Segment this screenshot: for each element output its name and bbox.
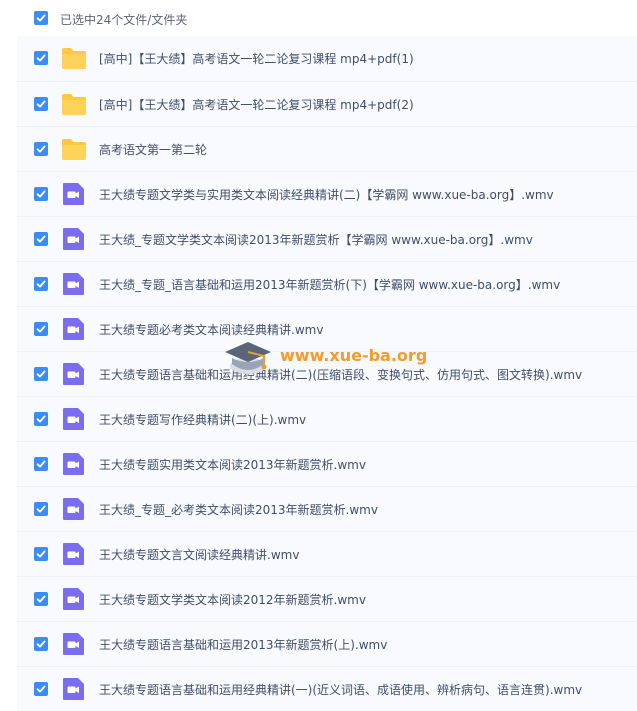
row-checkbox[interactable] [34, 97, 48, 111]
row-checkbox[interactable] [34, 367, 48, 381]
file-name[interactable]: 王大绩专题语言基础和运用经典精讲(一)(近义词语、成语使用、辨析病句、语言连贯)… [99, 681, 582, 698]
row-checkbox[interactable] [34, 187, 48, 201]
file-name[interactable]: 王大绩_专题文学类文本阅读2013年新题赏析【学霸网 www.xue-ba.or… [99, 231, 533, 248]
check-icon [36, 505, 46, 513]
row-checkbox[interactable] [34, 277, 48, 291]
check-icon [36, 595, 46, 603]
file-name[interactable]: 高考语文第一第二轮 [99, 141, 207, 158]
video-file-icon [61, 452, 87, 476]
file-row[interactable]: 王大绩专题文学类与实用类文本阅读经典精讲(二)【学霸网 www.xue-ba.o… [17, 171, 637, 216]
video-file-icon [61, 272, 87, 296]
check-icon [36, 14, 46, 22]
video-file-icon [61, 677, 87, 701]
file-row[interactable]: [高中]【王大绩】高考语文一轮二论复习课程 mp4+pdf(1) [17, 36, 637, 81]
check-icon [36, 640, 46, 648]
row-checkbox[interactable] [34, 322, 48, 336]
file-name[interactable]: 王大绩专题实用类文本阅读2013年新题赏析.wmv [99, 456, 366, 473]
file-row[interactable]: 王大绩专题写作经典精讲(二)(上).wmv [17, 396, 637, 441]
check-icon [36, 235, 46, 243]
video-file-icon [61, 542, 87, 566]
file-row[interactable]: 王大绩_专题_语言基础和运用2013年新题赏析(下)【学霸网 www.xue-b… [17, 261, 637, 306]
file-row[interactable]: 王大绩专题语言基础和运用2013年新题赏析(上).wmv [17, 621, 637, 666]
row-checkbox[interactable] [34, 637, 48, 651]
check-icon [36, 460, 46, 468]
check-icon [36, 685, 46, 693]
watermark: www.xue-ba.org [222, 336, 432, 380]
check-icon [36, 370, 46, 378]
file-row[interactable]: 王大绩专题实用类文本阅读2013年新题赏析.wmv [17, 441, 637, 486]
file-row[interactable]: 王大绩专题语言基础和运用经典精讲(一)(近义词语、成语使用、辨析病句、语言连贯)… [17, 666, 637, 711]
file-row[interactable]: 王大绩专题文言文阅读经典精讲.wmv [17, 531, 637, 576]
row-checkbox[interactable] [34, 592, 48, 606]
check-icon [36, 54, 46, 62]
row-checkbox[interactable] [34, 232, 48, 246]
video-file-icon [61, 227, 87, 251]
check-icon [36, 550, 46, 558]
folder-icon [61, 137, 87, 161]
check-icon [36, 325, 46, 333]
file-name[interactable]: 王大绩专题文言文阅读经典精讲.wmv [99, 546, 299, 563]
video-file-icon [61, 407, 87, 431]
file-name[interactable]: [高中]【王大绩】高考语文一轮二论复习课程 mp4+pdf(2) [99, 96, 414, 113]
file-name[interactable]: 王大绩_专题_必考类文本阅读2013年新题赏析.wmv [99, 501, 378, 518]
row-checkbox[interactable] [34, 457, 48, 471]
video-file-icon [61, 587, 87, 611]
video-file-icon [61, 497, 87, 521]
row-checkbox[interactable] [34, 682, 48, 696]
file-name[interactable]: 王大绩专题文学类文本阅读2012年新题赏析.wmv [99, 591, 366, 608]
check-icon [36, 145, 46, 153]
row-checkbox[interactable] [34, 547, 48, 561]
select-all-checkbox[interactable] [34, 11, 48, 25]
file-name[interactable]: 王大绩专题文学类与实用类文本阅读经典精讲(二)【学霸网 www.xue-ba.o… [99, 186, 554, 203]
row-checkbox[interactable] [34, 412, 48, 426]
watermark-text: www.xue-ba.org [280, 346, 428, 365]
row-checkbox[interactable] [34, 51, 48, 65]
file-row[interactable]: 王大绩_专题_必考类文本阅读2013年新题赏析.wmv [17, 486, 637, 531]
row-checkbox[interactable] [34, 502, 48, 516]
file-row[interactable]: 王大绩_专题文学类文本阅读2013年新题赏析【学霸网 www.xue-ba.or… [17, 216, 637, 261]
file-name[interactable]: 王大绩_专题_语言基础和运用2013年新题赏析(下)【学霸网 www.xue-b… [99, 276, 560, 293]
video-file-icon [61, 362, 87, 386]
file-row[interactable]: 王大绩专题文学类文本阅读2012年新题赏析.wmv [17, 576, 637, 621]
folder-icon [61, 92, 87, 116]
file-row[interactable]: [高中]【王大绩】高考语文一轮二论复习课程 mp4+pdf(2) [17, 81, 637, 126]
video-file-icon [61, 317, 87, 341]
graduation-cap-icon [225, 342, 271, 374]
folder-icon [61, 46, 87, 70]
check-icon [36, 190, 46, 198]
video-file-icon [61, 632, 87, 656]
check-icon [36, 100, 46, 108]
file-row[interactable]: 高考语文第一第二轮 [17, 126, 637, 171]
selection-count: 已选中24个文件/文件夹 [60, 13, 188, 27]
check-icon [36, 415, 46, 423]
row-checkbox[interactable] [34, 142, 48, 156]
file-name[interactable]: 王大绩专题语言基础和运用2013年新题赏析(上).wmv [99, 636, 387, 653]
file-name[interactable]: [高中]【王大绩】高考语文一轮二论复习课程 mp4+pdf(1) [99, 50, 414, 67]
file-name[interactable]: 王大绩专题写作经典精讲(二)(上).wmv [99, 411, 306, 428]
video-file-icon [61, 182, 87, 206]
selection-header: 已选中24个文件/文件夹 [0, 0, 637, 36]
check-icon [36, 280, 46, 288]
